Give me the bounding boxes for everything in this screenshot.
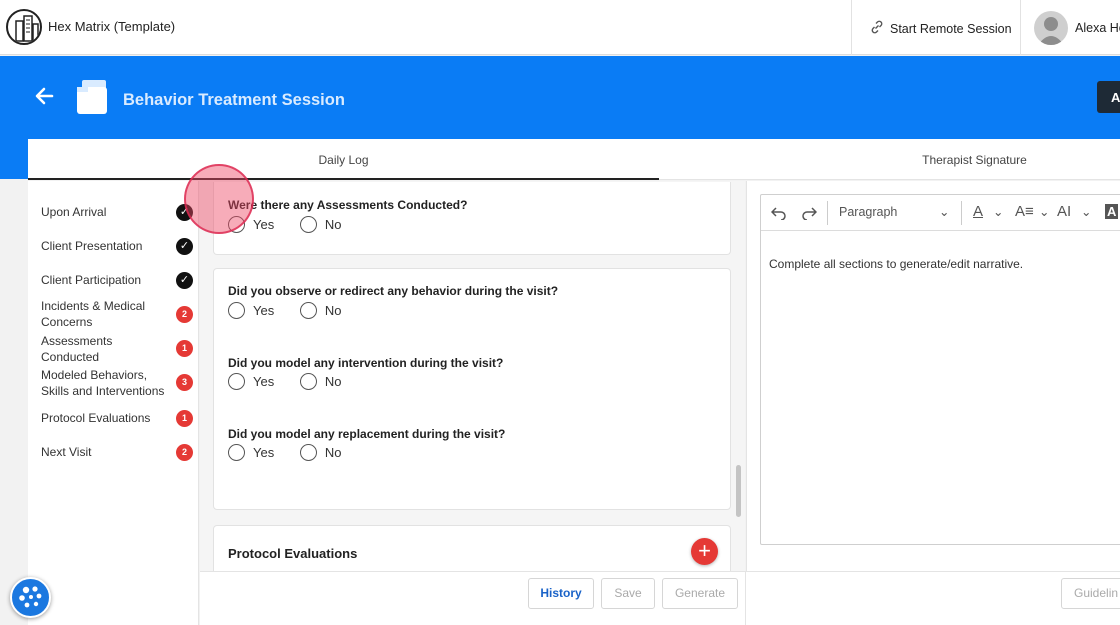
tab-strip: Daily Log Therapist Signature: [28, 139, 1120, 180]
sidebar-item-label: Modeled Behaviors, Skills and Interventi…: [41, 368, 165, 398]
radio-yes[interactable]: Yes: [228, 444, 275, 462]
question-assessments: Were there any Assessments Conducted?: [228, 198, 468, 212]
editor-toolbar: Paragraph ⌄ A ⌄ A≡ ⌄ AI ⌄ A: [761, 195, 1120, 231]
sidebar-item-label: Incidents & Medical Concerns: [41, 299, 146, 329]
sidebar-item-protocol-evaluations[interactable]: Protocol Evaluations 1: [41, 410, 193, 427]
sidebar-item-next-visit[interactable]: Next Visit 2: [41, 444, 193, 461]
tab-daily-log[interactable]: Daily Log: [28, 139, 659, 180]
highlight-icon[interactable]: A: [1105, 204, 1119, 219]
back-arrow-icon[interactable]: [34, 86, 54, 106]
radio-no-label: No: [324, 374, 342, 390]
tap-indicator: [184, 164, 254, 234]
add-protocol-button[interactable]: +: [691, 538, 718, 565]
avatar[interactable]: [1034, 11, 1068, 45]
protocol-evaluations-title: Protocol Evaluations: [228, 546, 358, 561]
radio-no-label: No: [324, 303, 342, 319]
plus-icon: +: [698, 538, 711, 563]
radio-yes[interactable]: Yes: [228, 302, 275, 320]
page-title: Behavior Treatment Session: [123, 91, 345, 109]
radio-no[interactable]: No: [299, 373, 342, 391]
radio-group-replacement: Yes No: [228, 444, 363, 462]
protocol-evaluations-card: Protocol Evaluations: [213, 525, 731, 571]
form-panel: Were there any Assessments Conducted? Ye…: [200, 181, 745, 571]
redo-icon[interactable]: [801, 206, 817, 220]
status-badge: 2: [176, 444, 193, 461]
top-bar: Hex Matrix (Template) Start Remote Sessi…: [0, 0, 1120, 55]
question-model-intervention: Did you model any intervention during th…: [228, 356, 504, 370]
sidebar-item-client-participation[interactable]: Client Participation ✓: [41, 272, 193, 289]
chevron-down-icon: ⌄: [939, 205, 950, 219]
radio-yes-label: Yes: [253, 217, 275, 233]
radio-group-observe: Yes No: [228, 302, 363, 320]
radio-group-intervention: Yes No: [228, 373, 363, 391]
text-style-icon[interactable]: A≡: [1015, 203, 1034, 220]
panel-divider: [745, 572, 746, 625]
radio-yes-label: Yes: [253, 303, 275, 319]
radio-no-label: No: [324, 445, 342, 461]
document-icon: [77, 80, 107, 114]
question-model-replacement: Did you model any replacement during the…: [228, 427, 506, 441]
sidebar-item-upon-arrival[interactable]: Upon Arrival ✓: [41, 204, 193, 221]
scrollbar-thumb[interactable]: [736, 465, 741, 517]
toolbar-divider: [827, 201, 828, 225]
save-button[interactable]: Save: [601, 578, 655, 609]
radio-group-assessments: Yes No: [228, 216, 363, 234]
chevron-down-icon: ⌄: [993, 205, 1004, 219]
font-color-icon[interactable]: A: [973, 203, 983, 220]
sidebar-item-label: Protocol Evaluations: [41, 411, 151, 425]
app-logo-icon[interactable]: [6, 9, 42, 45]
checkmark-icon: ✓: [176, 238, 193, 255]
tab-therapist-signature-label: Therapist Signature: [922, 153, 1027, 167]
radio-no-label: No: [324, 217, 342, 233]
app-title: Hex Matrix (Template): [48, 19, 176, 34]
sidebar-item-label: Next Visit: [41, 445, 92, 459]
tab-therapist-signature[interactable]: Therapist Signature: [659, 139, 1120, 180]
link-icon: [871, 20, 883, 34]
sidebar-item-label: Client Presentation: [41, 239, 143, 253]
sidebar-item-incidents[interactable]: Incidents & Medical Concerns 2: [41, 298, 193, 330]
accessibility-widget-icon[interactable]: [10, 577, 51, 618]
toolbar-divider: [961, 201, 962, 225]
guidelines-button[interactable]: Guidelin: [1061, 578, 1120, 609]
radio-no[interactable]: No: [299, 302, 342, 320]
action-bar: History Save Generate Guidelin: [200, 571, 1120, 625]
tab-daily-log-label: Daily Log: [318, 153, 369, 167]
rich-text-editor[interactable]: Paragraph ⌄ A ⌄ A≡ ⌄ AI ⌄ A Complete all…: [760, 194, 1120, 545]
undo-icon[interactable]: [771, 206, 787, 220]
sidebar-item-label: Assessments Conducted: [41, 334, 113, 364]
status-badge: 1: [176, 340, 193, 357]
font-size-icon[interactable]: AI: [1057, 203, 1071, 220]
radio-yes-label: Yes: [253, 374, 275, 390]
start-remote-session-label: Start Remote Session: [890, 22, 1012, 36]
assessments-card: Were there any Assessments Conducted? Ye…: [213, 182, 731, 255]
sidebar-item-label: Upon Arrival: [41, 205, 107, 219]
status-badge: 2: [176, 306, 193, 323]
radio-yes-label: Yes: [253, 445, 275, 461]
radio-yes[interactable]: Yes: [228, 373, 275, 391]
narrative-panel: Paragraph ⌄ A ⌄ A≡ ⌄ AI ⌄ A Complete all…: [746, 181, 1120, 571]
checkmark-icon: ✓: [176, 272, 193, 289]
sidebar-item-modeled-behaviors[interactable]: Modeled Behaviors, Skills and Interventi…: [41, 367, 193, 399]
paragraph-format-label: Paragraph: [839, 205, 898, 219]
start-remote-session-button[interactable]: Start Remote Session: [851, 0, 1021, 55]
chevron-down-icon: ⌄: [1039, 205, 1050, 219]
status-badge: 3: [176, 374, 193, 391]
radio-no[interactable]: No: [299, 216, 342, 234]
section-sidebar: Upon Arrival ✓ Client Presentation ✓ Cli…: [28, 181, 199, 625]
status-badge: 1: [176, 410, 193, 427]
narrative-placeholder: Complete all sections to generate/edit n…: [769, 257, 1024, 271]
header-action-button[interactable]: A: [1097, 81, 1120, 113]
history-button[interactable]: History: [528, 578, 594, 609]
behaviors-card: Did you observe or redirect any behavior…: [213, 268, 731, 510]
chevron-down-icon: ⌄: [1081, 205, 1092, 219]
radio-no[interactable]: No: [299, 444, 342, 462]
paragraph-format-dropdown[interactable]: Paragraph: [839, 205, 897, 219]
sidebar-item-assessments[interactable]: Assessments Conducted 1: [41, 333, 193, 365]
user-name[interactable]: Alexa He: [1075, 21, 1120, 35]
generate-button[interactable]: Generate: [662, 578, 738, 609]
sidebar-item-label: Client Participation: [41, 273, 142, 287]
sidebar-item-client-presentation[interactable]: Client Presentation ✓: [41, 238, 193, 255]
question-observe-behavior: Did you observe or redirect any behavior…: [228, 284, 559, 298]
